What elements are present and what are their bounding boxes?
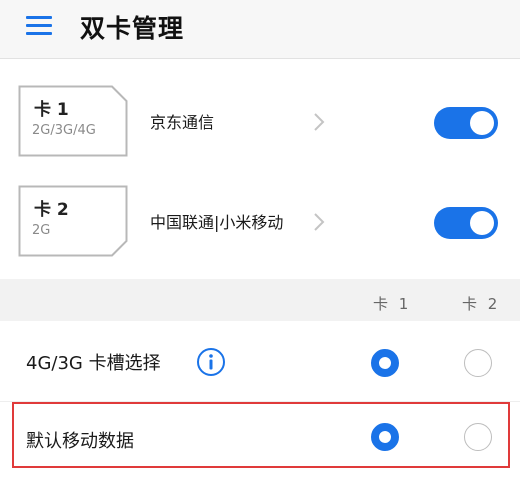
app-header: 双卡管理 (0, 0, 520, 59)
option-label: 4G/3G 卡槽选择 (26, 353, 161, 374)
divider (0, 401, 520, 402)
chevron-right-icon (314, 213, 325, 231)
option-row-default-data: 默认移动数据 (0, 401, 520, 481)
info-icon[interactable] (196, 347, 226, 377)
radio-card-2[interactable] (464, 423, 492, 451)
option-row-4g-slot: 4G/3G 卡槽选择 (0, 321, 520, 401)
column-label-card-1: 卡 1 (373, 295, 412, 313)
radio-card-2[interactable] (464, 349, 492, 377)
sim-card-row-2[interactable]: 卡 2 2G 中国联通|小米移动 (0, 179, 520, 269)
hamburger-menu-icon[interactable] (26, 14, 54, 38)
sim-slot-label: 卡 2 (34, 200, 69, 220)
sim-carrier-name: 中国联通|小米移动 (150, 213, 284, 232)
sim-column-header: 卡 1 卡 2 (0, 279, 520, 321)
sim-network-type: 2G/3G/4G (32, 123, 96, 138)
sim-card-row-1[interactable]: 卡 1 2G/3G/4G 京东通信 (0, 79, 520, 169)
sim-carrier-name: 京东通信 (150, 113, 215, 132)
option-label: 默认移动数据 (26, 431, 134, 452)
chevron-right-icon (314, 113, 325, 131)
radio-card-1[interactable] (371, 423, 399, 451)
page-title: 双卡管理 (80, 14, 185, 43)
radio-card-1[interactable] (371, 349, 399, 377)
sim-slot-label: 卡 1 (34, 100, 69, 120)
sim-network-type: 2G (32, 223, 51, 238)
sim-card-list: 卡 1 2G/3G/4G 京东通信 卡 2 2G 中国联通|小米移动 (0, 59, 520, 279)
column-label-card-2: 卡 2 (462, 295, 501, 313)
sim-card-icon: 卡 2 2G (18, 185, 128, 257)
sim-card-icon: 卡 1 2G/3G/4G (18, 85, 128, 157)
sim-1-toggle[interactable] (434, 107, 498, 139)
sim-2-toggle[interactable] (434, 207, 498, 239)
